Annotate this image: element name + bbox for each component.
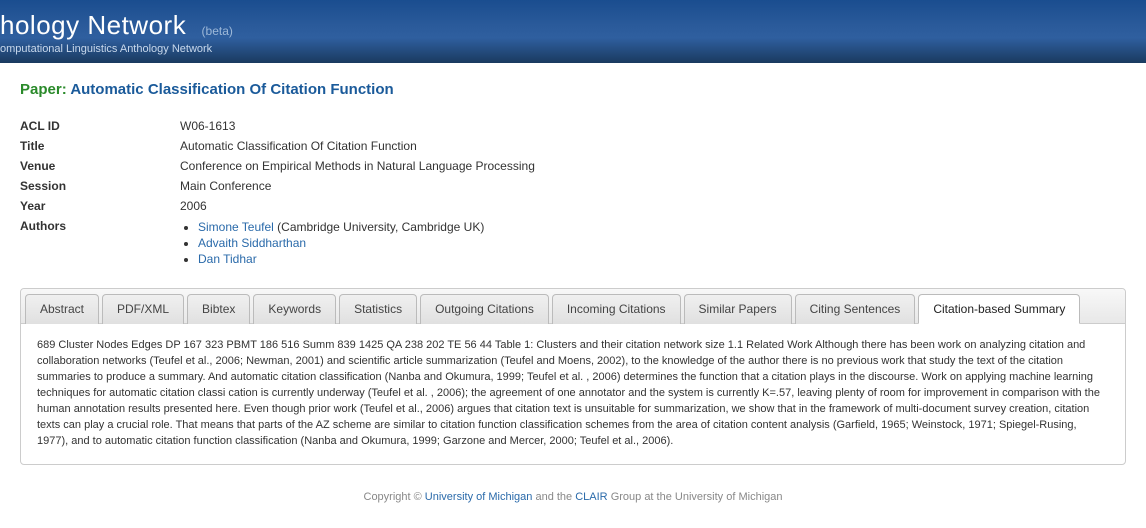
meta-val-title: Automatic Classification Of Citation Fun… (180, 136, 535, 156)
meta-key-aclid: ACL ID (20, 116, 180, 136)
tab-abstract[interactable]: Abstract (25, 294, 99, 324)
beta-badge: (beta) (202, 24, 233, 38)
paper-title: Automatic Classification Of Citation Fun… (70, 81, 393, 98)
meta-val-venue: Conference on Empirical Methods in Natur… (180, 156, 535, 176)
author-item: Dan Tidhar (198, 251, 535, 267)
meta-key-year: Year (20, 196, 180, 216)
tab-citing-sentences[interactable]: Citing Sentences (795, 294, 916, 324)
meta-key-title: Title (20, 136, 180, 156)
site-title: hology Network (0, 10, 186, 40)
main-content: Paper: Automatic Classification Of Citat… (0, 63, 1146, 483)
metadata-table: ACL ID W06-1613 Title Automatic Classifi… (20, 116, 535, 270)
meta-key-authors: Authors (20, 216, 180, 270)
site-header: hology Network (beta) omputational Lingu… (0, 0, 1146, 63)
author-link[interactable]: Simone Teufel (198, 220, 274, 234)
meta-key-venue: Venue (20, 156, 180, 176)
footer-link-umich[interactable]: University of Michigan (425, 491, 533, 503)
tab-citation-based-summary[interactable]: Citation-based Summary (918, 294, 1080, 324)
paper-label: Paper: (20, 81, 67, 98)
footer-link-clair[interactable]: CLAIR (575, 491, 607, 503)
meta-key-session: Session (20, 176, 180, 196)
paper-heading: Paper: Automatic Classification Of Citat… (20, 81, 1126, 98)
tab-statistics[interactable]: Statistics (339, 294, 417, 324)
footer-prefix: Copyright © (364, 491, 425, 503)
author-item: Advaith Siddharthan (198, 235, 535, 251)
tabs-container: AbstractPDF/XMLBibtexKeywordsStatisticsO… (20, 288, 1126, 465)
meta-val-authors: Simone Teufel (Cambridge University, Cam… (180, 216, 535, 270)
tab-keywords[interactable]: Keywords (253, 294, 336, 324)
author-affiliation: (Cambridge University, Cambridge UK) (274, 220, 485, 234)
meta-val-year: 2006 (180, 196, 535, 216)
tabs-bar: AbstractPDF/XMLBibtexKeywordsStatisticsO… (21, 289, 1125, 324)
footer-suffix: Group at the University of Michigan (611, 491, 783, 503)
authors-list: Simone Teufel (Cambridge University, Cam… (180, 219, 535, 267)
tab-similar-papers[interactable]: Similar Papers (684, 294, 792, 324)
tab-pdf-xml[interactable]: PDF/XML (102, 294, 184, 324)
author-link[interactable]: Dan Tidhar (198, 252, 257, 266)
author-link[interactable]: Advaith Siddharthan (198, 236, 306, 250)
footer-mid: and the (535, 491, 575, 503)
tab-bibtex[interactable]: Bibtex (187, 294, 250, 324)
tab-content-citation-summary: 689 Cluster Nodes Edges DP 167 323 PBMT … (21, 324, 1125, 464)
site-subtitle: omputational Linguistics Anthology Netwo… (0, 43, 1146, 55)
meta-val-session: Main Conference (180, 176, 535, 196)
tab-incoming-citations[interactable]: Incoming Citations (552, 294, 681, 324)
tab-outgoing-citations[interactable]: Outgoing Citations (420, 294, 549, 324)
author-item: Simone Teufel (Cambridge University, Cam… (198, 219, 535, 235)
meta-val-aclid: W06-1613 (180, 116, 535, 136)
footer: Copyright © University of Michigan and t… (0, 483, 1146, 517)
